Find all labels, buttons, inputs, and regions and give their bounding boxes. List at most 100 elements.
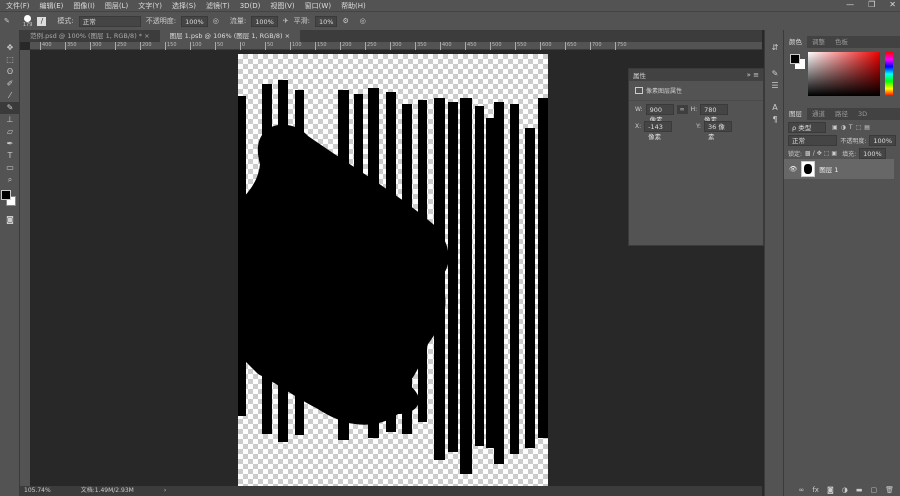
quick-mask-icon[interactable]: ◙ (0, 214, 20, 226)
lock-icons[interactable]: ▩/✥⬚▣ (805, 150, 839, 157)
history-icon[interactable]: ⇵ (765, 42, 785, 54)
pressure-size-icon[interactable]: ◎ (360, 17, 366, 25)
menu-item[interactable]: 文字(Y) (138, 1, 162, 11)
fill-field[interactable]: 100% (859, 147, 886, 159)
menu-item[interactable]: 图像(I) (73, 1, 95, 11)
height-field[interactable]: 780 像素 (700, 104, 729, 124)
foreground-color[interactable] (790, 54, 800, 64)
close-icon[interactable]: × (144, 32, 149, 40)
tab-paths[interactable]: 路径 (830, 108, 853, 120)
eye-icon[interactable]: 👁 (789, 165, 797, 173)
fx-icon[interactable]: fx (812, 486, 819, 494)
ruler-label: 200 (340, 42, 352, 50)
tab-layer1-psb[interactable]: 图层 1.psb @ 106% (图层 1, RGB/8) × (159, 30, 301, 42)
tab-3d[interactable]: 3D (853, 108, 872, 120)
eyedropper-icon[interactable]: ⁄ (0, 90, 20, 102)
document-tabs: 范例.psd @ 100% (图层 1, RGB/8) * × 图层 1.psb… (20, 30, 762, 42)
tab-example-psd[interactable]: 范例.psd @ 100% (图层 1, RGB/8) * × (20, 30, 160, 42)
tab-channels[interactable]: 通道 (807, 108, 830, 120)
menu-item[interactable]: 编辑(E) (40, 1, 64, 11)
mask-icon[interactable]: ◙ (827, 486, 834, 494)
marquee-tool-icon[interactable]: ⬚ (0, 54, 20, 66)
layer-row[interactable]: 👁 图层 1 (784, 159, 894, 179)
trash-icon[interactable]: 🗑 (885, 486, 894, 494)
link-icon[interactable]: ∞ (799, 486, 805, 494)
move-tool-icon[interactable]: ✥ (0, 42, 20, 54)
brush-panel-icon[interactable]: / (37, 16, 47, 26)
type-tool-icon[interactable]: T (0, 150, 20, 162)
collapse-icon[interactable]: » ≡ (747, 71, 759, 79)
quick-select-icon[interactable]: ✐ (0, 78, 20, 90)
layers-panel-tabs: 图层 通道 路径 3D (784, 108, 900, 120)
filter-icons[interactable]: ▣◑T⬚▤ (832, 124, 873, 131)
stripe (494, 102, 504, 464)
pen-tool-icon[interactable]: ✒ (0, 138, 20, 150)
folder-icon[interactable]: ▬ (856, 486, 863, 494)
chevron-right-icon[interactable]: › (164, 486, 166, 496)
color-swatches[interactable] (0, 190, 19, 214)
color-field[interactable] (808, 52, 880, 96)
flow-field[interactable]: 100% (251, 15, 278, 27)
smoothing-field[interactable]: 10% (315, 15, 338, 27)
menu-item[interactable]: 帮助(H) (341, 1, 366, 11)
minimize-button[interactable]: — (846, 0, 854, 9)
shape-tool-icon[interactable]: ▭ (0, 162, 20, 174)
ruler-label: 600 (540, 42, 552, 50)
color-picker[interactable] (784, 48, 900, 100)
stripe (475, 106, 484, 446)
ruler-label: 700 (590, 42, 602, 50)
adjust-icon[interactable]: ☰ (765, 80, 785, 92)
hue-slider[interactable] (885, 52, 893, 96)
lasso-tool-icon[interactable]: ʘ (0, 66, 20, 78)
panel-title: 属性 (633, 72, 646, 80)
mode-select[interactable]: 正常 (78, 15, 141, 27)
menu-item[interactable]: 窗口(W) (305, 1, 331, 11)
airbrush-icon[interactable]: ✈ (283, 17, 289, 25)
menu-item[interactable]: 视图(V) (270, 1, 294, 11)
stripe (525, 128, 535, 448)
tab-color[interactable]: 颜色 (784, 36, 807, 48)
character-icon[interactable]: A (765, 102, 785, 114)
close-button[interactable]: ✕ (889, 0, 896, 9)
menu-item[interactable]: 文件(F) (6, 1, 30, 11)
document-canvas[interactable] (238, 54, 548, 486)
blend-mode-select[interactable]: 正常 (788, 134, 838, 146)
tab-adjust[interactable]: 调整 (807, 36, 830, 48)
zoom-tool-icon[interactable]: ⌕ (0, 174, 20, 186)
properties-panel: 属性» ≡ 像素图层属性 W: 900 像素 ∞ H: 780 像素 X: -143 像素… (628, 68, 764, 246)
ruler-label: 100 (290, 42, 302, 50)
eraser-tool-icon[interactable]: ▱ (0, 126, 20, 138)
brush-settings-icon[interactable]: ✎ (765, 68, 785, 80)
paragraph-icon[interactable]: ¶ (765, 114, 785, 126)
gear-icon[interactable]: ⚙ (342, 17, 348, 25)
layer-opacity-field[interactable]: 100% (869, 134, 896, 146)
ruler-label: 550 (515, 42, 527, 50)
brush-preset-picker[interactable]: 179 (23, 14, 32, 28)
artwork (238, 80, 548, 474)
link-icon[interactable]: ∞ (676, 105, 688, 114)
zoom-level[interactable]: 105.74% (24, 486, 51, 496)
menu-item[interactable]: 选择(S) (172, 1, 196, 11)
restore-button[interactable]: ❐ (868, 0, 875, 9)
panel-icon-strip: ⇵ ✎ ☰ A ¶ (764, 30, 784, 496)
menu-item[interactable]: 图层(L) (105, 1, 128, 11)
tab-layers[interactable]: 图层 (784, 108, 807, 120)
opacity-field[interactable]: 100% (181, 15, 208, 27)
ruler-label: 300 (390, 42, 402, 50)
y-field[interactable]: 36 像素 (704, 121, 733, 141)
layer-filter-select[interactable]: ρ 类型 (788, 122, 826, 133)
brush-tool-icon[interactable]: ✎ (0, 102, 20, 114)
menu-item[interactable]: 滤镜(T) (206, 1, 230, 11)
tab-swatches[interactable]: 色板 (830, 36, 853, 48)
layer-opacity-label: 不透明度: (840, 137, 867, 145)
x-field[interactable]: -143 像素 (644, 121, 673, 141)
pressure-opacity-icon[interactable]: ◎ (213, 17, 219, 25)
menu-item[interactable]: 3D(D) (240, 2, 261, 10)
new-layer-icon[interactable]: ▢ (870, 486, 877, 494)
brush-tool-icon[interactable]: ✎ (4, 17, 10, 25)
close-icon[interactable]: × (285, 32, 290, 40)
ruler-label: 400 (40, 42, 52, 50)
width-field[interactable]: 900 像素 (645, 104, 674, 124)
adjustment-icon[interactable]: ◑ (842, 486, 848, 494)
stamp-tool-icon[interactable]: ⊥ (0, 114, 20, 126)
